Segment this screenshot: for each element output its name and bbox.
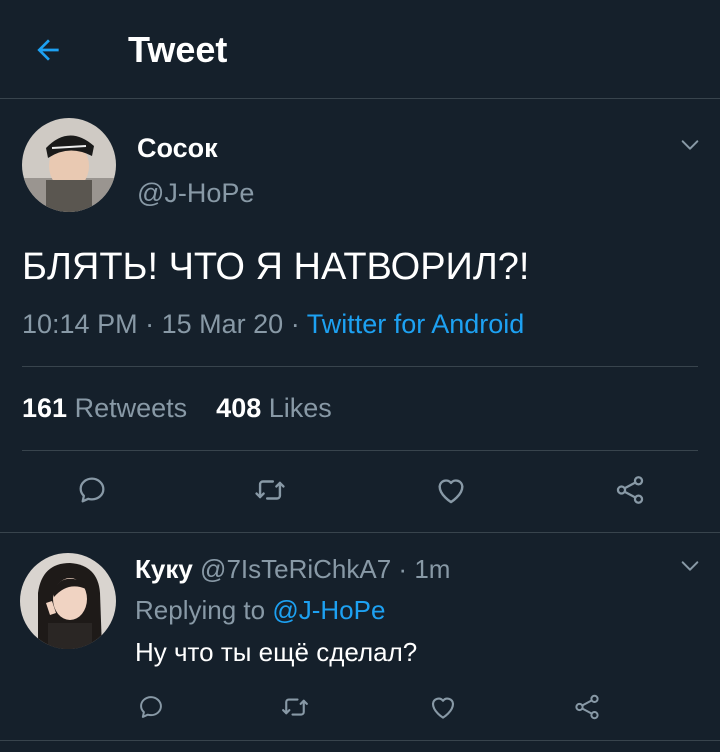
retweet-icon — [253, 473, 287, 507]
display-name[interactable]: Сосок — [137, 132, 218, 164]
share-icon — [572, 692, 602, 722]
share-icon — [613, 473, 647, 507]
comment-icon — [137, 693, 165, 721]
user-handle[interactable]: @J-HoPe — [137, 177, 254, 209]
reply-menu-button[interactable] — [676, 552, 704, 580]
retweet-button[interactable] — [248, 470, 292, 510]
replying-to-link[interactable]: @J-HoPe — [272, 595, 385, 625]
tweet-stats: 161 Retweets 408 Likes — [22, 390, 332, 426]
retweets-label: Retweets — [74, 393, 188, 423]
share-button[interactable] — [568, 690, 606, 724]
replying-to: Replying to @J-HoPe — [135, 594, 385, 626]
likes-label: Likes — [268, 393, 332, 423]
heart-icon — [434, 473, 468, 507]
likes-stat[interactable]: 408 Likes — [216, 393, 332, 423]
likes-count: 408 — [216, 393, 262, 423]
heart-icon — [428, 692, 458, 722]
tweet-source-link[interactable]: Twitter for Android — [307, 309, 525, 339]
chevron-down-icon — [679, 555, 701, 577]
retweets-stat[interactable]: 161 Retweets — [22, 393, 187, 423]
replying-label: Replying to — [135, 595, 266, 625]
reply-handle[interactable]: @7IsTeRiChkA7 — [200, 554, 391, 584]
top-app-bar: Tweet — [0, 0, 720, 99]
tweet-time: 10:14 PM — [22, 309, 138, 339]
tweet-menu-button[interactable] — [676, 131, 704, 159]
meta-separator: · — [290, 309, 307, 339]
tweet-date: 15 Mar 20 — [161, 309, 284, 339]
reply-header: Куку @7IsTeRiChkA7 · 1m — [135, 553, 450, 585]
reply-button[interactable] — [132, 690, 170, 724]
arrow-left-icon — [32, 34, 64, 66]
divider — [0, 740, 720, 741]
retweet-icon — [280, 692, 310, 722]
reply-display-name[interactable]: Куку — [135, 554, 193, 584]
chevron-down-icon — [679, 134, 701, 156]
divider — [22, 450, 698, 451]
page-title: Tweet — [128, 29, 228, 70]
divider — [0, 532, 720, 533]
tweet-meta: 10:14 PM · 15 Mar 20 · Twitter for Andro… — [22, 306, 524, 342]
avatar[interactable] — [20, 553, 116, 649]
tweet-text: БЛЯТЬ! ЧТО Я НАТВОРИЛ?! — [22, 246, 530, 288]
retweet-button[interactable] — [276, 690, 314, 724]
like-button[interactable] — [424, 690, 462, 724]
reply-text: Ну что ты ещё сделал? — [135, 637, 418, 667]
back-button[interactable] — [28, 30, 68, 70]
reply-button[interactable] — [70, 470, 114, 510]
avatar[interactable] — [22, 118, 116, 212]
retweets-count: 161 — [22, 393, 68, 423]
meta-separator: · — [145, 309, 162, 339]
share-button[interactable] — [608, 470, 652, 510]
comment-icon — [76, 474, 108, 506]
meta-separator: · — [398, 554, 408, 584]
like-button[interactable] — [429, 470, 473, 510]
divider — [22, 366, 698, 367]
reply-time: 1m — [414, 554, 451, 584]
